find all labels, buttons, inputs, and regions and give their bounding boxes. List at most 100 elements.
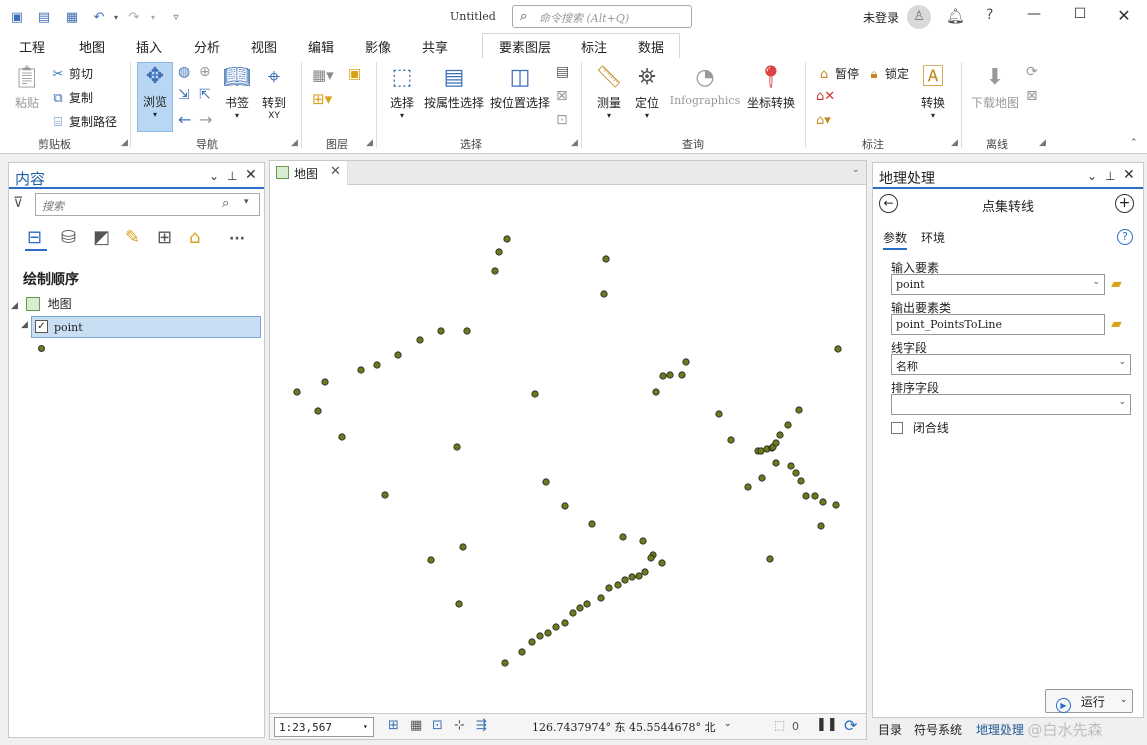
tab-catalog[interactable]: 目录 xyxy=(878,721,902,738)
point-feature[interactable] xyxy=(658,559,666,567)
tab-feature-layer[interactable]: 要素图层 xyxy=(499,37,551,56)
point-feature[interactable] xyxy=(795,406,803,414)
point-feature[interactable] xyxy=(437,327,445,335)
point-feature[interactable] xyxy=(787,462,795,470)
maximize-icon[interactable]: ☐ xyxy=(1070,6,1090,26)
infographics-button[interactable]: ◔ Infographics xyxy=(668,64,742,107)
tab-view[interactable]: 视图 xyxy=(251,37,277,56)
point-feature[interactable] xyxy=(744,483,752,491)
correction-icon[interactable]: ⊹ xyxy=(454,718,465,733)
clipboard-launcher-icon[interactable]: ◢ xyxy=(121,138,128,148)
layer-collapse-arrow-icon[interactable]: ◢ xyxy=(21,320,28,330)
convert-labels-button[interactable]: 🄰 转换 ▾ xyxy=(916,64,950,120)
label-options-icon[interactable]: ⌂▾ xyxy=(816,113,831,128)
point-feature[interactable] xyxy=(394,351,402,359)
attributes-table-icon[interactable]: ▤ xyxy=(556,64,569,80)
input-features-field[interactable]: point ⌄ xyxy=(891,274,1105,295)
list-by-selection-icon[interactable]: ◩ xyxy=(93,227,110,248)
locate-button[interactable]: ⛯ 定位 ▾ xyxy=(631,64,663,120)
layer-launcher-icon[interactable]: ◢ xyxy=(366,138,373,148)
point-feature[interactable] xyxy=(602,255,610,263)
point-feature[interactable] xyxy=(635,572,643,580)
contents-search-input[interactable]: 搜索 ⌕ ▾ xyxy=(35,193,260,216)
new-project-icon[interactable]: ▣ xyxy=(9,9,25,25)
pin-pane-icon[interactable]: ⊥ xyxy=(1105,169,1115,183)
point-feature[interactable] xyxy=(542,478,550,486)
next-extent-icon[interactable]: → xyxy=(199,110,212,129)
point-feature[interactable] xyxy=(518,648,526,656)
tab-map-view[interactable]: 地图 ✕ xyxy=(270,161,348,185)
run-button[interactable]: ▶ 运行 ⌄ xyxy=(1045,689,1133,713)
navigation-icon[interactable]: ⇶ xyxy=(476,718,487,733)
tab-share[interactable]: 共享 xyxy=(422,37,448,56)
scale-dropdown[interactable]: 1:23,567 ▾ xyxy=(274,717,374,737)
copy-path-button[interactable]: ⌸ 复制路径 xyxy=(50,113,117,130)
add-tool-icon[interactable]: + xyxy=(1115,194,1134,213)
redo-dropdown-icon[interactable]: ▾ xyxy=(145,9,161,25)
undo-dropdown-icon[interactable]: ▾ xyxy=(108,9,124,25)
select-by-location-button[interactable]: ◫ 按位置选择 xyxy=(489,64,551,111)
sort-field-select[interactable]: ⌄ xyxy=(891,394,1131,415)
point-feature[interactable] xyxy=(772,459,780,467)
tab-environments[interactable]: 环境 xyxy=(921,229,945,246)
tree-item-point-layer[interactable]: ✓ point xyxy=(31,316,261,338)
labeling-launcher-icon[interactable]: ◢ xyxy=(951,138,958,148)
point-feature[interactable] xyxy=(544,629,552,637)
grid-icon[interactable]: ▦ xyxy=(410,718,422,733)
list-by-labeling-icon[interactable]: ⌂ xyxy=(189,227,200,248)
tab-imagery[interactable]: 影像 xyxy=(365,37,391,56)
point-feature[interactable] xyxy=(727,436,735,444)
offline-launcher-icon[interactable]: ◢ xyxy=(1039,138,1046,148)
point-feature[interactable] xyxy=(784,421,792,429)
coordinate-format-dropdown-icon[interactable]: ⌄ xyxy=(724,719,732,729)
selection-launcher-icon[interactable]: ◢ xyxy=(571,138,578,148)
list-by-snapping-icon[interactable]: ⊞ xyxy=(157,227,172,248)
point-feature[interactable] xyxy=(588,520,596,528)
point-feature[interactable] xyxy=(459,543,467,551)
basemap-icon[interactable]: ▦▾ xyxy=(312,66,334,84)
paste-button[interactable]: 📋︎ 粘贴 xyxy=(10,64,44,111)
zoom-in-fixed-icon[interactable]: ⇲ xyxy=(178,87,190,103)
point-feature[interactable] xyxy=(666,371,674,379)
point-feature[interactable] xyxy=(639,537,647,545)
point-feature[interactable] xyxy=(792,469,800,477)
point-feature[interactable] xyxy=(757,447,765,455)
pause-drawing-icon[interactable]: ❚❚ xyxy=(816,717,838,732)
collapse-ribbon-icon[interactable]: ⌃ xyxy=(1130,138,1138,148)
copy-button[interactable]: ⧉ 复制 xyxy=(50,89,93,106)
tab-edit[interactable]: 编辑 xyxy=(308,37,334,56)
point-feature[interactable] xyxy=(797,477,805,485)
sync-icon[interactable]: ⟳ xyxy=(1026,64,1038,80)
pane-options-icon[interactable]: ⌄ xyxy=(209,169,219,183)
close-line-checkbox[interactable] xyxy=(891,422,903,434)
tab-labeling[interactable]: 标注 xyxy=(581,37,607,56)
user-avatar-icon[interactable]: ♙ xyxy=(907,5,931,29)
zoom-to-selection-icon[interactable]: ⊡ xyxy=(556,112,568,128)
layer-visibility-checkbox[interactable]: ✓ xyxy=(35,320,48,333)
point-feature[interactable] xyxy=(817,522,825,530)
point-feature[interactable] xyxy=(552,623,560,631)
previous-extent-icon[interactable]: ← xyxy=(178,110,191,129)
point-feature[interactable] xyxy=(766,555,774,563)
explore-button[interactable]: ✥ 浏览 ▾ xyxy=(137,62,173,132)
full-extent-icon[interactable]: ⊕ xyxy=(199,64,211,80)
point-feature[interactable] xyxy=(614,581,622,589)
help-button[interactable]: ? xyxy=(986,7,993,23)
point-feature[interactable] xyxy=(772,439,780,447)
point-feature[interactable] xyxy=(600,290,608,298)
point-feature[interactable] xyxy=(416,336,424,344)
point-feature[interactable] xyxy=(357,366,365,374)
filter-icon[interactable]: ⊽ xyxy=(13,195,23,211)
map-canvas[interactable] xyxy=(270,185,866,713)
point-feature[interactable] xyxy=(834,345,842,353)
point-feature[interactable] xyxy=(758,474,766,482)
measure-button[interactable]: 📏︎ 测量 ▾ xyxy=(591,64,627,120)
close-pane-icon[interactable]: ✕ xyxy=(245,167,257,183)
point-feature[interactable] xyxy=(802,492,810,500)
help-icon[interactable]: ? xyxy=(1117,229,1133,245)
point-feature[interactable] xyxy=(501,659,509,667)
point-feature[interactable] xyxy=(678,371,686,379)
point-feature[interactable] xyxy=(321,378,329,386)
pane-options-icon[interactable]: ⌄ xyxy=(1087,169,1097,183)
tab-map[interactable]: 地图 xyxy=(79,37,106,61)
